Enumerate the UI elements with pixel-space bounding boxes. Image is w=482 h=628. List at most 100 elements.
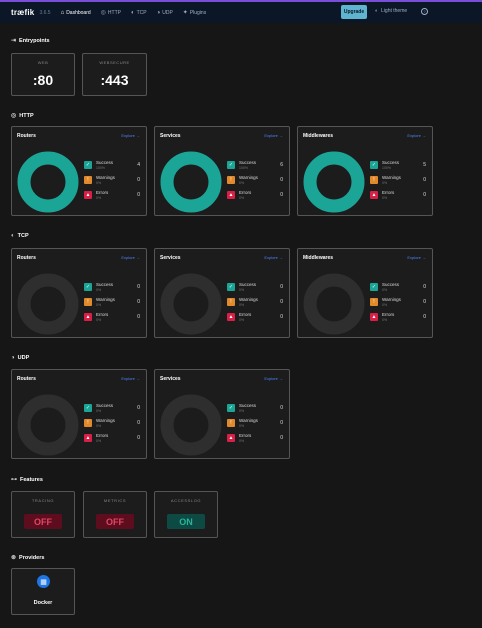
- feature-card-metrics: METRICS OFF: [83, 491, 147, 538]
- section-udp-label: UDP: [17, 355, 30, 361]
- stat-percent: 100%: [239, 166, 248, 170]
- stat-warnings: ! Warnings 0% 0: [84, 297, 140, 309]
- section-http-label: HTTP: [19, 112, 34, 119]
- stat-count: 0: [137, 420, 140, 426]
- warning-icon: !: [370, 298, 378, 306]
- section-features-label: Features: [20, 476, 43, 483]
- upgrade-button[interactable]: Upgrade: [341, 5, 367, 19]
- status-donut-chart: [17, 151, 79, 213]
- stat-errors: ▲ Errors 0% 0: [370, 190, 426, 202]
- udp-icon: ◑: [11, 355, 15, 361]
- explore-link[interactable]: Explore →: [264, 133, 283, 138]
- stat-label: Success: [239, 282, 257, 287]
- stat-percent: 0%: [96, 303, 102, 307]
- feature-name: ACCESSLOG: [170, 498, 202, 503]
- warning-icon: !: [84, 176, 92, 184]
- stat-count: 0: [280, 192, 283, 198]
- stat-count: 0: [137, 177, 140, 183]
- stat-count: 0: [137, 192, 140, 198]
- stat-count: 0: [423, 284, 426, 290]
- provider-card-docker[interactable]: ▦ Docker: [11, 568, 75, 615]
- stat-success: ✓ Success 0% 0: [370, 282, 426, 294]
- explore-link[interactable]: Explore →: [121, 376, 140, 381]
- error-icon: ▲: [84, 191, 92, 199]
- status-donut-chart: [160, 151, 222, 213]
- stat-success: ✓ Success 0% 0: [227, 403, 283, 415]
- theme-toggle[interactable]: ◐ Light theme: [375, 8, 407, 14]
- card-title: Middlewares: [303, 255, 334, 261]
- stat-label: Success: [382, 160, 400, 165]
- donut-segment-success: [17, 151, 79, 213]
- check-icon: ✓: [84, 283, 92, 291]
- stat-percent: 0%: [96, 409, 102, 413]
- stat-label: Errors: [239, 312, 252, 317]
- nav-dashboard[interactable]: ⌂ Dashboard: [61, 10, 91, 16]
- explore-link[interactable]: Explore →: [407, 255, 426, 260]
- error-icon: ▲: [370, 191, 378, 199]
- globe-icon: ◎: [100, 10, 106, 16]
- nav-tcp-label: TCP: [136, 9, 147, 16]
- explore-link[interactable]: Explore →: [264, 255, 283, 260]
- stat-warnings: ! Warnings 0% 0: [84, 418, 140, 430]
- check-icon: ✓: [370, 283, 378, 291]
- nav-tcp[interactable]: ◐ TCP: [131, 10, 147, 16]
- card-title: Routers: [17, 133, 36, 139]
- feature-name: METRICS: [103, 498, 127, 503]
- explore-link[interactable]: Explore →: [121, 255, 140, 260]
- stat-warnings: ! Warnings 0% 0: [227, 175, 283, 187]
- logo[interactable]: træfik: [11, 8, 34, 17]
- stat-warnings: ! Warnings 0% 0: [84, 175, 140, 187]
- entrypoint-card-web[interactable]: WEB :80: [11, 53, 75, 96]
- stat-success: ✓ Success 0% 0: [84, 282, 140, 294]
- stat-percent: 0%: [96, 439, 102, 443]
- check-icon: ✓: [84, 161, 92, 169]
- error-icon: ▲: [227, 434, 235, 442]
- tcp-card-middlewares: Middlewares Explore → ✓ Success 0% 0 ! W…: [297, 248, 433, 338]
- explore-link[interactable]: Explore →: [407, 133, 426, 138]
- donut-segment-success: [160, 151, 222, 213]
- stat-label: Warnings: [382, 175, 401, 180]
- globe-icon: ◎: [11, 113, 17, 119]
- stat-count: 6: [280, 162, 283, 168]
- error-icon: ▲: [227, 191, 235, 199]
- stat-warnings: ! Warnings 0% 0: [370, 297, 426, 309]
- stat-label: Errors: [382, 190, 395, 195]
- section-features: ⊶ Features: [11, 476, 43, 484]
- entrypoint-name: WEB: [37, 60, 49, 65]
- feature-card-accesslog: ACCESSLOG ON: [154, 491, 218, 538]
- nav-http[interactable]: ◎ HTTP: [100, 9, 121, 17]
- stat-label: Success: [96, 160, 114, 165]
- feature-status-badge: OFF: [24, 514, 62, 529]
- stat-label: Warnings: [96, 297, 115, 302]
- stat-success: ✓ Success 100% 4: [84, 160, 140, 172]
- status-donut-chart: [303, 151, 365, 213]
- donut-empty-ring: [160, 394, 222, 456]
- nav-udp[interactable]: ◑ UDP: [157, 10, 173, 16]
- warning-icon: !: [227, 176, 235, 184]
- explore-link[interactable]: Explore →: [121, 133, 140, 138]
- donut-empty-ring: [17, 394, 79, 456]
- tcp-card-services: Services Explore → ✓ Success 0% 0 ! Warn…: [154, 248, 290, 338]
- stat-percent: 100%: [382, 166, 391, 170]
- help-button[interactable]: ?: [421, 8, 428, 15]
- stat-count: 0: [280, 284, 283, 290]
- explore-link[interactable]: Explore →: [264, 376, 283, 381]
- stat-percent: 0%: [96, 181, 102, 185]
- nav-plugins[interactable]: ✦ Plugins: [183, 9, 206, 17]
- stat-percent: 0%: [382, 303, 388, 307]
- stat-warnings: ! Warnings 0% 0: [227, 297, 283, 309]
- status-donut-chart: [17, 273, 79, 335]
- card-title: Services: [160, 255, 181, 261]
- entrypoint-card-websecure[interactable]: WEBSECURE :443: [82, 53, 147, 96]
- status-donut-chart: [17, 394, 79, 456]
- feature-status-badge: ON: [167, 514, 205, 529]
- stat-count: 0: [137, 405, 140, 411]
- stat-count: 0: [423, 177, 426, 183]
- donut-empty-ring: [303, 273, 365, 335]
- check-icon: ✓: [227, 404, 235, 412]
- stat-label: Warnings: [239, 297, 258, 302]
- section-providers-label: Providers: [19, 554, 45, 561]
- top-nav: træfik 3.6.5 ⌂ Dashboard ◎ HTTP ◐ TCP ◑ UDP …: [0, 2, 482, 23]
- stat-percent: 0%: [382, 318, 388, 322]
- warning-icon: !: [84, 298, 92, 306]
